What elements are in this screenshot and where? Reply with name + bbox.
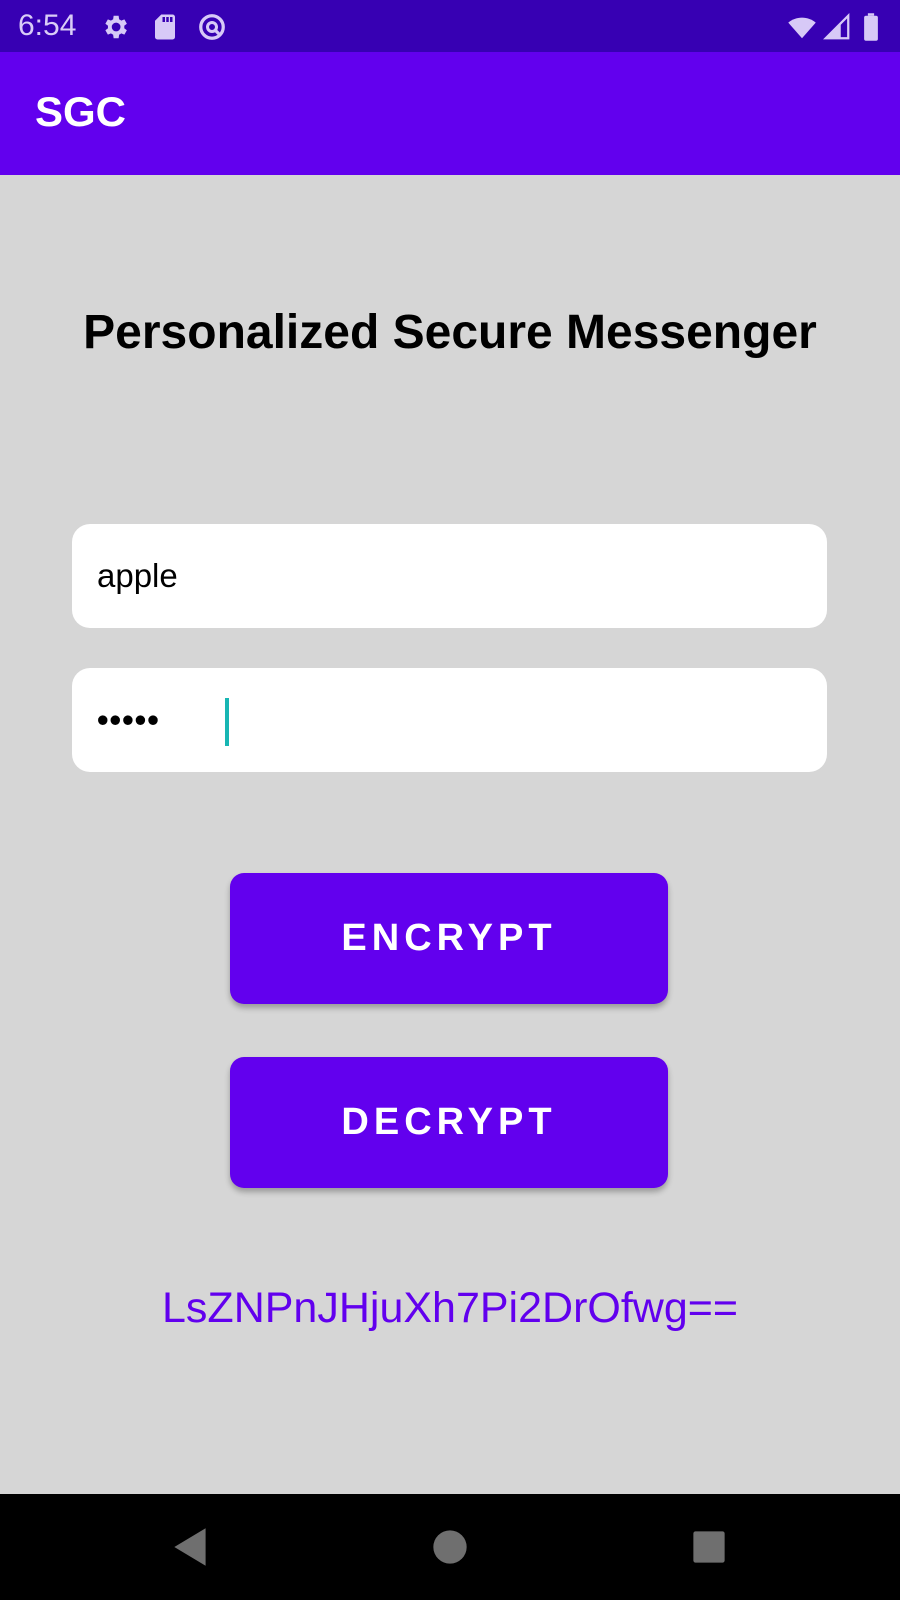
back-icon[interactable]: [166, 1522, 216, 1572]
sd-card-icon: [150, 12, 180, 42]
signal-icon: [822, 12, 852, 42]
key-input-value: •••••: [97, 701, 160, 738]
gear-icon: [100, 12, 130, 42]
message-input[interactable]: apple: [72, 524, 827, 628]
status-time: 6:54: [18, 9, 77, 42]
app-bar: SGC: [0, 52, 900, 175]
at-sign-icon: [197, 12, 227, 42]
encrypt-button[interactable]: ENCRYPT: [230, 873, 668, 1004]
key-password-input[interactable]: •••••: [72, 668, 827, 772]
recents-icon[interactable]: [684, 1522, 734, 1572]
app-screen: 6:54 SGC Personalized Secure Messenger a…: [0, 0, 900, 1600]
page-heading: Personalized Secure Messenger: [83, 306, 817, 359]
app-title: SGC: [35, 88, 127, 135]
battery-icon: [860, 12, 882, 42]
message-input-value: apple: [97, 557, 178, 594]
home-icon[interactable]: [425, 1522, 475, 1572]
decrypt-button[interactable]: DECRYPT: [230, 1057, 668, 1188]
result-text: LsZNPnJHjuXh7Pi2DrOfwg==: [162, 1284, 738, 1332]
status-bar: 6:54: [0, 0, 900, 52]
wifi-icon: [785, 12, 819, 42]
text-cursor: [225, 698, 229, 746]
system-nav-bar: [0, 1494, 900, 1600]
